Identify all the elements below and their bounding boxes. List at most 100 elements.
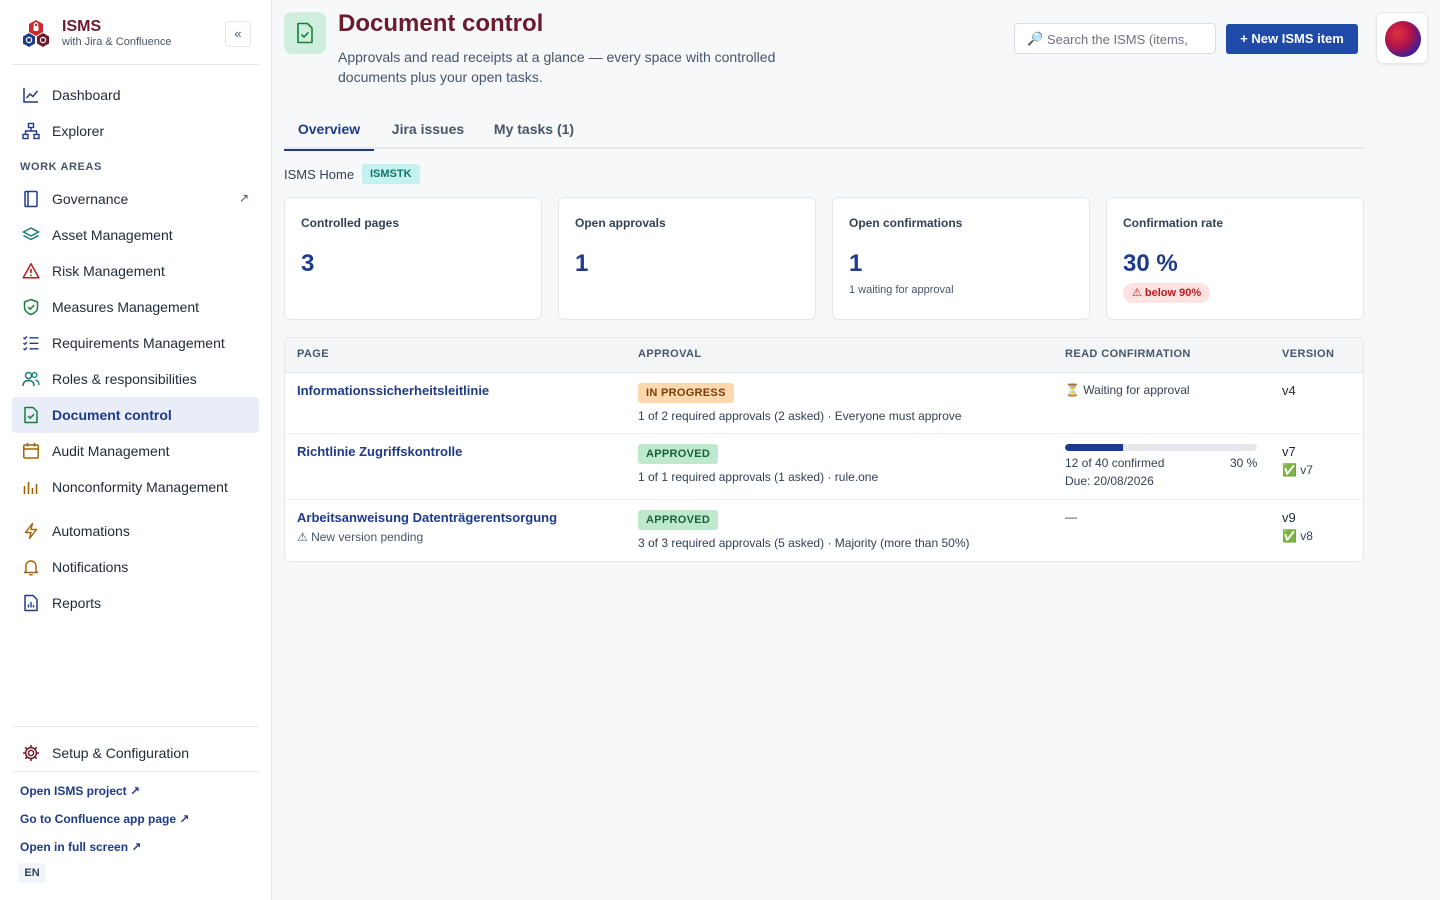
sidebar-item-label: Risk Management	[52, 263, 165, 279]
sidebar-item-label: Explorer	[52, 123, 105, 139]
documents-table: PAGE APPROVAL READ CONFIRMATION VERSION …	[284, 337, 1364, 562]
read-due-date: Due: 20/08/2026	[1065, 474, 1154, 488]
sidebar-item-label: Measures Management	[52, 299, 200, 315]
card-value: 30 %	[1123, 250, 1178, 277]
card-value: 3	[301, 250, 315, 277]
full-screen-link[interactable]: Open in full screen ↗	[20, 840, 141, 854]
sidebar-item-notifications[interactable]: Notifications	[12, 549, 259, 585]
confluence-app-page-link[interactable]: Go to Confluence app page ↗	[20, 812, 189, 826]
sidebar-item-dashboard[interactable]: Dashboard	[12, 77, 259, 113]
brand-title: ISMS	[62, 18, 102, 35]
space-key-badge[interactable]: ISMSTK	[362, 164, 420, 184]
approved-version: ✅ v8	[1282, 529, 1313, 543]
approval-detail: 1 of 1 required approvals (1 asked) · ru…	[638, 470, 879, 484]
sidebar-item-label: Audit Management	[52, 443, 170, 459]
sidebar-item-document-control[interactable]: Document control	[12, 397, 259, 433]
page-link[interactable]: Informationssicherheitsleitlinie	[297, 383, 489, 398]
sidebar-item-label: Requirements Management	[52, 335, 225, 351]
warning-badge: ⚠ below 90%	[1123, 283, 1211, 303]
avatar-button[interactable]	[1376, 12, 1428, 64]
card-label: Open approvals	[575, 216, 666, 230]
read-confirmation-status: —	[1065, 510, 1077, 524]
sidebar-item-label: Automations	[52, 523, 130, 539]
column-header-approval: APPROVAL	[638, 348, 702, 360]
card-value: 1	[849, 250, 863, 277]
section-label-work-areas: WORK AREAS	[20, 161, 102, 173]
card-confirmation-rate: Confirmation rate 30 % ⚠ below 90%	[1106, 197, 1364, 320]
sidebar-item-label: Setup & Configuration	[52, 745, 189, 761]
page-link[interactable]: Arbeitsanweisung Datenträgerentsorgung	[297, 510, 557, 525]
read-confirmed-count: 12 of 40 confirmed	[1065, 456, 1165, 470]
sidebar-item-label: Dashboard	[52, 87, 121, 103]
tab-jira-issues[interactable]: Jira issues	[384, 110, 472, 149]
new-isms-item-button[interactable]: + New ISMS item	[1226, 24, 1358, 54]
sidebar-item-asset-management[interactable]: Asset Management	[12, 217, 259, 253]
read-percent: 30 %	[1230, 456, 1258, 470]
sidebar-item-reports[interactable]: Reports	[12, 585, 259, 621]
table-row: Informationssicherheitsleitlinie IN PROG…	[285, 373, 1363, 434]
sidebar-item-explorer[interactable]: Explorer	[12, 113, 259, 149]
status-badge: APPROVED	[638, 444, 719, 464]
column-header-read-confirmation: READ CONFIRMATION	[1065, 348, 1191, 360]
search-box[interactable]: 🔎	[1014, 23, 1216, 54]
page-note: ⚠ New version pending	[297, 530, 424, 544]
calendar-icon	[23, 443, 39, 459]
document-check-icon	[297, 22, 313, 44]
gear-icon	[23, 745, 39, 761]
tab-my-tasks[interactable]: My tasks (1)	[488, 110, 580, 149]
approval-detail: 1 of 2 required approvals (2 asked) · Ev…	[638, 409, 962, 423]
page-title: Document control	[338, 10, 544, 37]
card-open-confirmations: Open confirmations 1 1 waiting for appro…	[832, 197, 1090, 320]
approval-detail: 3 of 3 required approvals (5 asked) · Ma…	[638, 536, 970, 550]
sidebar-item-risk-management[interactable]: Risk Management	[12, 253, 259, 289]
sidebar-item-requirements-management[interactable]: Requirements Management	[12, 325, 259, 361]
sidebar-item-label: Document control	[52, 407, 172, 423]
sidebar-item-measures-management[interactable]: Measures Management	[12, 289, 259, 325]
external-link-icon: ↗	[238, 191, 249, 205]
card-label: Confirmation rate	[1123, 216, 1224, 230]
layers-icon	[22, 227, 40, 241]
checklist-icon	[23, 336, 39, 351]
status-badge: APPROVED	[638, 510, 719, 530]
sidebar-item-label: Nonconformity Management	[52, 479, 228, 495]
sidebar-item-governance[interactable]: Governance ↗	[12, 181, 259, 217]
sidebar-divider	[12, 771, 259, 772]
sidebar-item-label: Governance	[52, 191, 129, 207]
sidebar-item-audit-management[interactable]: Audit Management	[12, 433, 259, 469]
read-progress-bar	[1065, 444, 1257, 451]
sidebar-item-automations[interactable]: Automations	[12, 513, 259, 549]
sidebar: ISMS with Jira & Confluence « Dashboard …	[0, 0, 272, 900]
read-progress-fill	[1065, 444, 1123, 451]
brand-subtitle: with Jira & Confluence	[62, 36, 172, 48]
card-controlled-pages: Controlled pages 3	[284, 197, 542, 320]
report-icon	[24, 594, 38, 612]
bar-chart-icon	[23, 482, 38, 494]
document-check-icon	[24, 406, 38, 424]
page-link[interactable]: Richtlinie Zugriffskontrolle	[297, 444, 462, 459]
tab-overview[interactable]: Overview	[284, 110, 374, 151]
shield-check-icon	[23, 298, 39, 316]
space-label: ISMS Home	[284, 167, 355, 182]
page-description: Approvals and read receipts at a glance …	[338, 49, 776, 85]
sidebar-item-nonconformity-management[interactable]: Nonconformity Management	[12, 469, 259, 505]
sidebar-item-label: Reports	[52, 595, 102, 611]
collapse-sidebar-button[interactable]: «	[225, 21, 251, 47]
hierarchy-icon	[22, 122, 40, 140]
sidebar-item-roles[interactable]: Roles & responsibilities	[12, 361, 259, 397]
avatar	[1385, 21, 1421, 57]
language-switch[interactable]: EN	[18, 863, 46, 883]
card-label: Controlled pages	[301, 216, 400, 230]
sidebar-item-label: Roles & responsibilities	[52, 371, 197, 387]
search-input[interactable]	[1047, 29, 1207, 49]
sidebar-item-label: Asset Management	[52, 227, 173, 243]
read-confirmation-status: ⏳ Waiting for approval	[1065, 383, 1190, 397]
table-header: PAGE APPROVAL READ CONFIRMATION VERSION	[285, 338, 1363, 373]
version: v4	[1282, 383, 1296, 398]
open-isms-project-link[interactable]: Open ISMS project ↗	[20, 784, 140, 798]
lightning-icon	[24, 522, 38, 540]
brand: ISMS with Jira & Confluence «	[12, 10, 259, 65]
status-badge: IN PROGRESS	[638, 383, 734, 403]
sidebar-item-setup[interactable]: Setup & Configuration	[12, 735, 259, 771]
table-row: Arbeitsanweisung Datenträgerentsorgung ⚠…	[285, 500, 1363, 561]
tab-bar: Overview Jira issues My tasks (1)	[284, 110, 1364, 151]
